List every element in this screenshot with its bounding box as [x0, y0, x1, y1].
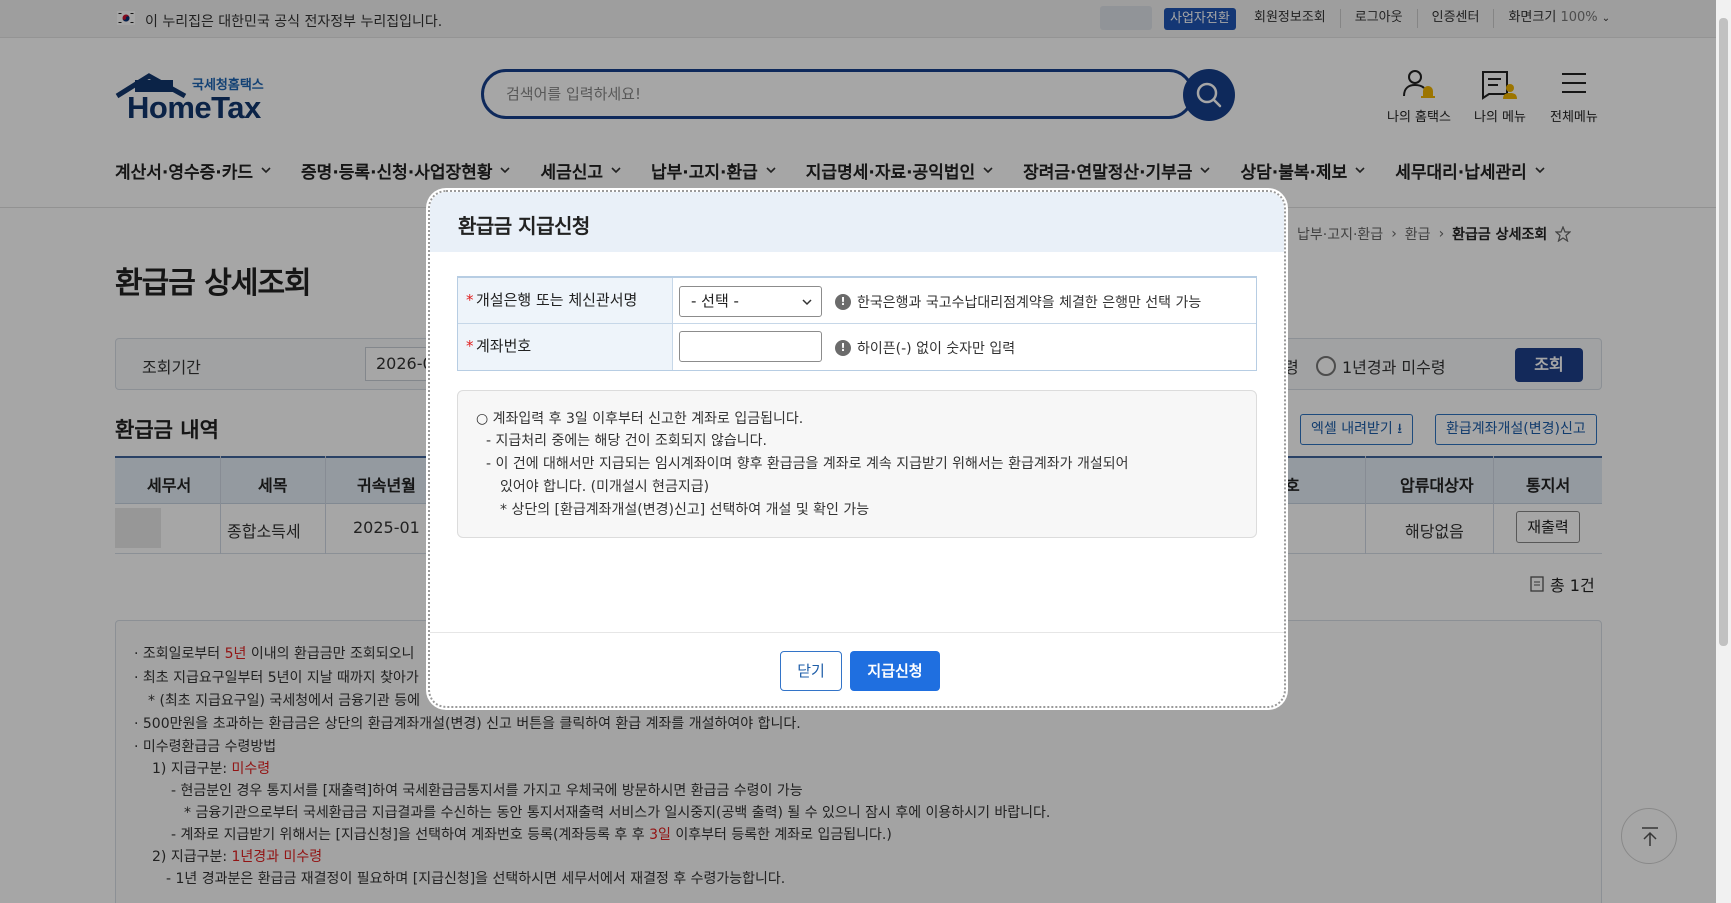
bank-label: 개설은행 또는 체신관서명 [476, 291, 638, 309]
exclamation-icon: ! [835, 294, 851, 310]
account-number-input[interactable] [679, 331, 822, 362]
bank-select[interactable]: - 선택 - [679, 286, 822, 317]
info-line: 있어야 합니다. (미개설시 현금지급) [500, 479, 710, 495]
bank-hint: ! 한국은행과 국고수납대리점계약을 체결한 은행만 선택 가능 [835, 292, 1201, 312]
scrollbar-thumb[interactable] [1719, 18, 1728, 646]
account-label-cell: * 계좌번호 [458, 324, 673, 370]
divider [430, 632, 1284, 633]
form-row-account: * 계좌번호 ! 하이픈(-) 없이 숫자만 입력 [458, 324, 1256, 370]
info-line: - 지급처리 중에는 해당 건이 조회되지 않습니다. [486, 433, 767, 449]
info-line: * 상단의 [환급계좌개설(변경)신고] 선택하여 개설 및 확인 가능 [500, 502, 870, 518]
required-mark: * [466, 337, 474, 355]
required-mark: * [466, 291, 474, 309]
account-form: * 개설은행 또는 체신관서명 - 선택 - ! 한국은행과 국고수납대리점계약을 … [457, 276, 1257, 371]
account-label: 계좌번호 [476, 337, 532, 355]
info-box: ○ 계좌입력 후 3일 이후부터 신고한 계좌로 입금됩니다. - 지급처리 중… [457, 390, 1257, 538]
account-hint-text: 하이픈(-) 없이 숫자만 입력 [857, 341, 1016, 357]
chevron-down-icon [802, 299, 812, 306]
bank-select-value: - 선택 - [691, 292, 739, 310]
apply-payment-button[interactable]: 지급신청 [850, 651, 940, 691]
dialog-title: 환급금 지급신청 [458, 214, 590, 238]
form-row-bank: * 개설은행 또는 체신관서명 - 선택 - ! 한국은행과 국고수납대리점계약을 … [458, 278, 1256, 324]
info-line: ○ 계좌입력 후 3일 이후부터 신고한 계좌로 입금됩니다. [476, 411, 804, 427]
bank-hint-text: 한국은행과 국고수납대리점계약을 체결한 은행만 선택 가능 [857, 295, 1202, 311]
refund-payment-dialog: 환급금 지급신청 * 개설은행 또는 체신관서명 - 선택 - ! 한국은행과 국고… [428, 190, 1286, 708]
page-scrollbar[interactable] [1716, 0, 1731, 903]
bank-label-cell: * 개설은행 또는 체신관서명 [458, 278, 673, 323]
close-button[interactable]: 닫기 [780, 651, 842, 691]
info-line: - 이 건에 대해서만 지급되는 임시계좌이며 향후 환급금을 계좌로 계속 지… [486, 456, 1129, 472]
dialog-header: 환급금 지급신청 [430, 192, 1284, 252]
exclamation-icon: ! [835, 340, 851, 356]
account-hint: ! 하이픈(-) 없이 숫자만 입력 [835, 338, 1015, 358]
